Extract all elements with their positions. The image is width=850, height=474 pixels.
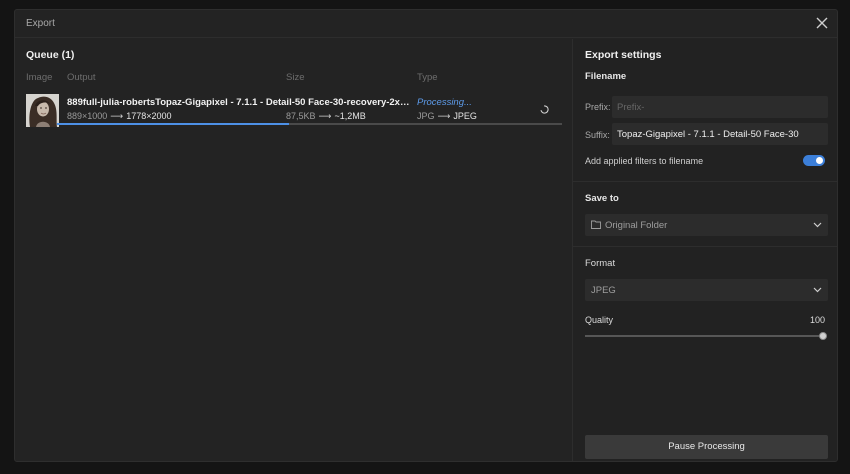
arrow-right-icon: ⟶ [437, 111, 451, 121]
dimensions-to: 1778×2000 [126, 111, 172, 121]
slider-rail [585, 335, 825, 337]
queue-title: Queue (1) [26, 49, 75, 61]
suffix-label: Suffix: [585, 130, 610, 140]
dimensions-from: 889×1000 [67, 111, 108, 121]
column-header-size: Size [286, 72, 305, 83]
divider [573, 181, 837, 182]
add-filters-label: Add applied filters to filename [585, 156, 704, 166]
export-settings-panel: Export settings Filename Prefix: Prefix-… [572, 39, 837, 461]
suffix-input[interactable]: Topaz-Gigapixel - 7.1.1 - Detail-50 Face… [612, 123, 828, 145]
type-from: JPG [417, 111, 435, 121]
add-filters-toggle[interactable] [803, 155, 825, 166]
quality-slider[interactable] [585, 331, 827, 341]
loading-spinner-icon [540, 105, 549, 114]
suffix-value: Topaz-Gigapixel - 7.1.1 - Detail-50 Face… [617, 129, 799, 140]
prefix-label: Prefix: [585, 102, 611, 112]
column-header-type: Type [417, 72, 438, 83]
title-bar: Export [15, 10, 837, 38]
progress-bar-fill [57, 123, 290, 125]
size-to: ~1,2MB [334, 111, 366, 121]
queue-panel: Queue (1) Image Output Size Type 889full… [15, 39, 572, 461]
queue-row[interactable]: 889full-julia-robertsTopaz-Gigapixel - 7… [26, 94, 562, 130]
save-to-select[interactable]: Original Folder [585, 214, 828, 236]
slider-thumb[interactable] [819, 332, 827, 340]
chevron-down-icon [813, 286, 822, 294]
save-to-section-label: Save to [585, 193, 619, 204]
image-thumbnail [26, 94, 59, 127]
output-dimensions: 889×1000 ⟶ 1778×2000 [67, 111, 172, 122]
arrow-right-icon: ⟶ [318, 111, 332, 121]
column-header-output: Output [67, 72, 96, 83]
prefix-input[interactable]: Prefix- [612, 96, 828, 118]
close-icon[interactable] [815, 16, 829, 30]
toggle-knob [816, 157, 823, 164]
progress-bar [57, 123, 562, 125]
output-filename: 889full-julia-robertsTopaz-Gigapixel - 7… [67, 97, 412, 108]
settings-title: Export settings [585, 49, 662, 61]
chevron-down-icon [813, 221, 822, 229]
format-value: JPEG [591, 285, 616, 296]
pause-processing-button[interactable]: Pause Processing [585, 435, 828, 459]
format-select[interactable]: JPEG [585, 279, 828, 301]
dialog-title: Export [26, 18, 55, 29]
folder-icon [591, 220, 601, 229]
export-dialog: Export Queue (1) Image Output Size Type [14, 9, 838, 462]
quality-value: 100 [809, 315, 825, 325]
prefix-placeholder: Prefix- [617, 102, 645, 113]
save-to-value: Original Folder [605, 220, 668, 231]
format-section-label: Format [585, 258, 616, 269]
type-to: JPEG [453, 111, 477, 121]
file-type: JPG ⟶ JPEG [417, 111, 477, 122]
quality-label: Quality [585, 315, 614, 325]
divider [573, 246, 837, 247]
column-header-image: Image [26, 72, 53, 83]
size-from: 87,5KB [286, 111, 316, 121]
file-size: 87,5KB ⟶ ~1,2MB [286, 111, 366, 122]
processing-status: Processing... [417, 97, 472, 108]
filename-section-label: Filename [585, 71, 627, 82]
arrow-right-icon: ⟶ [110, 111, 124, 121]
